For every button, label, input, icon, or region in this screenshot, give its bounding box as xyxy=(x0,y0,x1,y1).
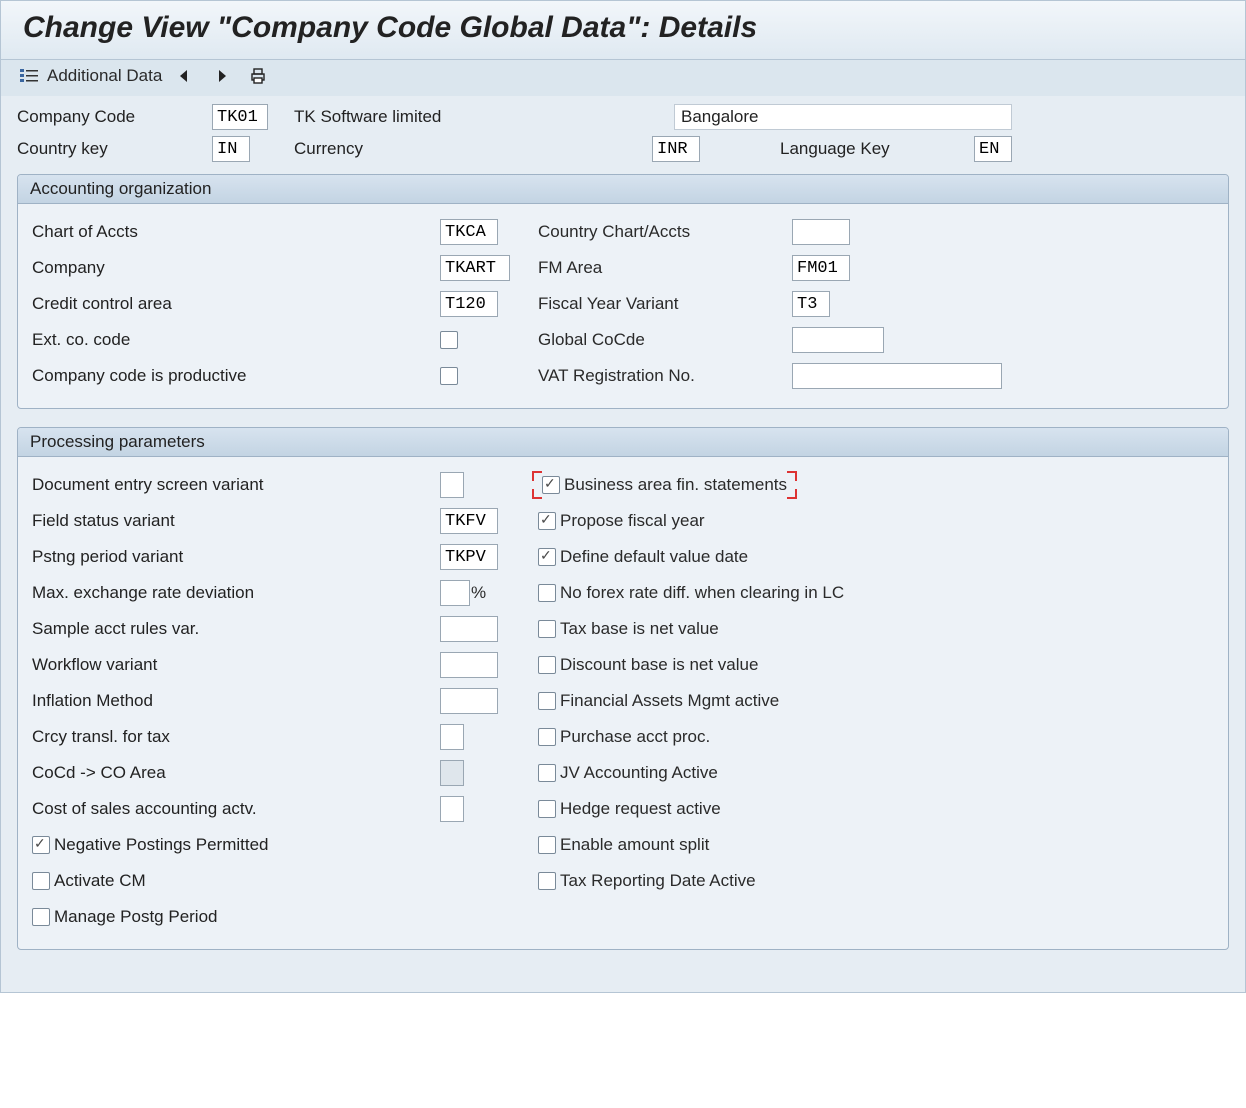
lbl-no-forex: No forex rate diff. when clearing in LC xyxy=(560,583,844,603)
jv-active-checkbox[interactable] xyxy=(538,764,556,782)
lbl-ext-co-code: Ext. co. code xyxy=(32,330,440,350)
lbl-tax-rep-date: Tax Reporting Date Active xyxy=(560,871,756,891)
processing-panel: Processing parameters Document entry scr… xyxy=(17,427,1229,950)
lbl-fam-active: Financial Assets Mgmt active xyxy=(560,691,779,711)
purchase-proc-checkbox[interactable] xyxy=(538,728,556,746)
inflation-field[interactable] xyxy=(440,688,498,714)
lbl-company: Company xyxy=(32,258,440,278)
list-icon[interactable] xyxy=(19,66,39,86)
lbl-neg-postings: Negative Postings Permitted xyxy=(54,835,269,855)
discount-net-checkbox[interactable] xyxy=(538,656,556,674)
neg-postings-checkbox[interactable] xyxy=(32,836,50,854)
lbl-workflow: Workflow variant xyxy=(32,655,440,675)
lbl-jv-active: JV Accounting Active xyxy=(560,763,718,783)
body-area: Company Code TK Software limited Bangalo… xyxy=(1,96,1245,992)
manage-postg-checkbox[interactable] xyxy=(32,908,50,926)
propose-fy-checkbox[interactable] xyxy=(538,512,556,530)
lbl-propose-fy: Propose fiscal year xyxy=(560,511,705,531)
additional-data-button[interactable]: Additional Data xyxy=(45,66,168,86)
accounting-panel: Accounting organization Chart of Accts C… xyxy=(17,174,1229,409)
workflow-field[interactable] xyxy=(440,652,498,678)
global-cocde-field[interactable] xyxy=(792,327,884,353)
lbl-chart-of-accts: Chart of Accts xyxy=(32,222,440,242)
fam-active-checkbox[interactable] xyxy=(538,692,556,710)
lbl-currency: Currency xyxy=(294,139,674,159)
lbl-company-code: Company Code xyxy=(17,107,212,127)
sap-screen: Change View "Company Code Global Data": … xyxy=(0,0,1246,993)
pct-label: % xyxy=(471,583,486,603)
lbl-discount-net: Discount base is net value xyxy=(560,655,758,675)
ext-co-code-checkbox[interactable] xyxy=(440,331,458,349)
amount-split-checkbox[interactable] xyxy=(538,836,556,854)
field-status-field[interactable] xyxy=(440,508,498,534)
ba-fin-highlight: Business area fin. statements xyxy=(538,475,791,495)
processing-panel-title: Processing parameters xyxy=(18,428,1228,457)
no-forex-checkbox[interactable] xyxy=(538,584,556,602)
app-toolbar: Additional Data xyxy=(1,60,1245,96)
vat-reg-field[interactable] xyxy=(792,363,1002,389)
lbl-crcy-tax: Crcy transl. for tax xyxy=(32,727,440,747)
chart-of-accts-field[interactable] xyxy=(440,219,498,245)
header-grid: Company Code TK Software limited Bangalo… xyxy=(17,104,1229,162)
cocd-co-area-field xyxy=(440,760,464,786)
country-key-field[interactable] xyxy=(212,136,250,162)
lbl-default-value-date: Define default value date xyxy=(560,547,748,567)
lbl-purchase-proc: Purchase acct proc. xyxy=(560,727,710,747)
lbl-amount-split: Enable amount split xyxy=(560,835,709,855)
lbl-pstng-period: Pstng period variant xyxy=(32,547,440,567)
language-key-field[interactable] xyxy=(974,136,1012,162)
fiscal-year-field[interactable] xyxy=(792,291,830,317)
productive-checkbox[interactable] xyxy=(440,367,458,385)
prev-arrow-icon[interactable] xyxy=(174,66,194,86)
hedge-checkbox[interactable] xyxy=(538,800,556,818)
lbl-vat-reg: VAT Registration No. xyxy=(538,366,788,386)
lbl-country-chart: Country Chart/Accts xyxy=(538,222,788,242)
lbl-cos-actv: Cost of sales accounting actv. xyxy=(32,799,440,819)
default-value-date-checkbox[interactable] xyxy=(538,548,556,566)
city-output: Bangalore xyxy=(674,104,1012,130)
activate-cm-checkbox[interactable] xyxy=(32,872,50,890)
tax-rep-date-checkbox[interactable] xyxy=(538,872,556,890)
currency-field[interactable] xyxy=(652,136,700,162)
ba-fin-stmt-checkbox[interactable] xyxy=(542,476,560,494)
lbl-cocd-co-area: CoCd -> CO Area xyxy=(32,763,440,783)
lbl-credit-ctrl: Credit control area xyxy=(32,294,440,314)
lbl-sample-rules: Sample acct rules var. xyxy=(32,619,440,639)
next-arrow-icon[interactable] xyxy=(212,66,232,86)
credit-ctrl-field[interactable] xyxy=(440,291,498,317)
lbl-global-cocde: Global CoCde xyxy=(538,330,788,350)
accounting-panel-title: Accounting organization xyxy=(18,175,1228,204)
crcy-tax-field[interactable] xyxy=(440,724,464,750)
cos-actv-field[interactable] xyxy=(440,796,464,822)
lbl-fiscal-year: Fiscal Year Variant xyxy=(538,294,788,314)
doc-entry-field[interactable] xyxy=(440,472,464,498)
country-chart-field[interactable] xyxy=(792,219,850,245)
fm-area-field[interactable] xyxy=(792,255,850,281)
max-rate-dev-field[interactable] xyxy=(440,580,470,606)
lbl-activate-cm: Activate CM xyxy=(54,871,146,891)
lbl-fm-area: FM Area xyxy=(538,258,788,278)
lbl-ba-fin-stmt: Business area fin. statements xyxy=(564,475,787,495)
lbl-country-key: Country key xyxy=(17,139,212,159)
pstng-period-field[interactable] xyxy=(440,544,498,570)
sample-rules-field[interactable] xyxy=(440,616,498,642)
lbl-inflation: Inflation Method xyxy=(32,691,440,711)
lbl-language-key: Language Key xyxy=(774,139,974,159)
lbl-max-rate-dev: Max. exchange rate deviation xyxy=(32,583,440,603)
company-code-field[interactable] xyxy=(212,104,268,130)
company-field[interactable] xyxy=(440,255,510,281)
lbl-doc-entry: Document entry screen variant xyxy=(32,475,440,495)
company-name-text: TK Software limited xyxy=(294,107,674,127)
lbl-hedge: Hedge request active xyxy=(560,799,721,819)
print-icon[interactable] xyxy=(248,66,268,86)
title-bar: Change View "Company Code Global Data": … xyxy=(1,1,1245,60)
page-title: Change View "Company Code Global Data": … xyxy=(23,11,1223,45)
lbl-manage-postg: Manage Postg Period xyxy=(54,907,218,927)
lbl-productive: Company code is productive xyxy=(32,366,440,386)
lbl-tax-base-net: Tax base is net value xyxy=(560,619,719,639)
lbl-field-status: Field status variant xyxy=(32,511,440,531)
tax-base-net-checkbox[interactable] xyxy=(538,620,556,638)
